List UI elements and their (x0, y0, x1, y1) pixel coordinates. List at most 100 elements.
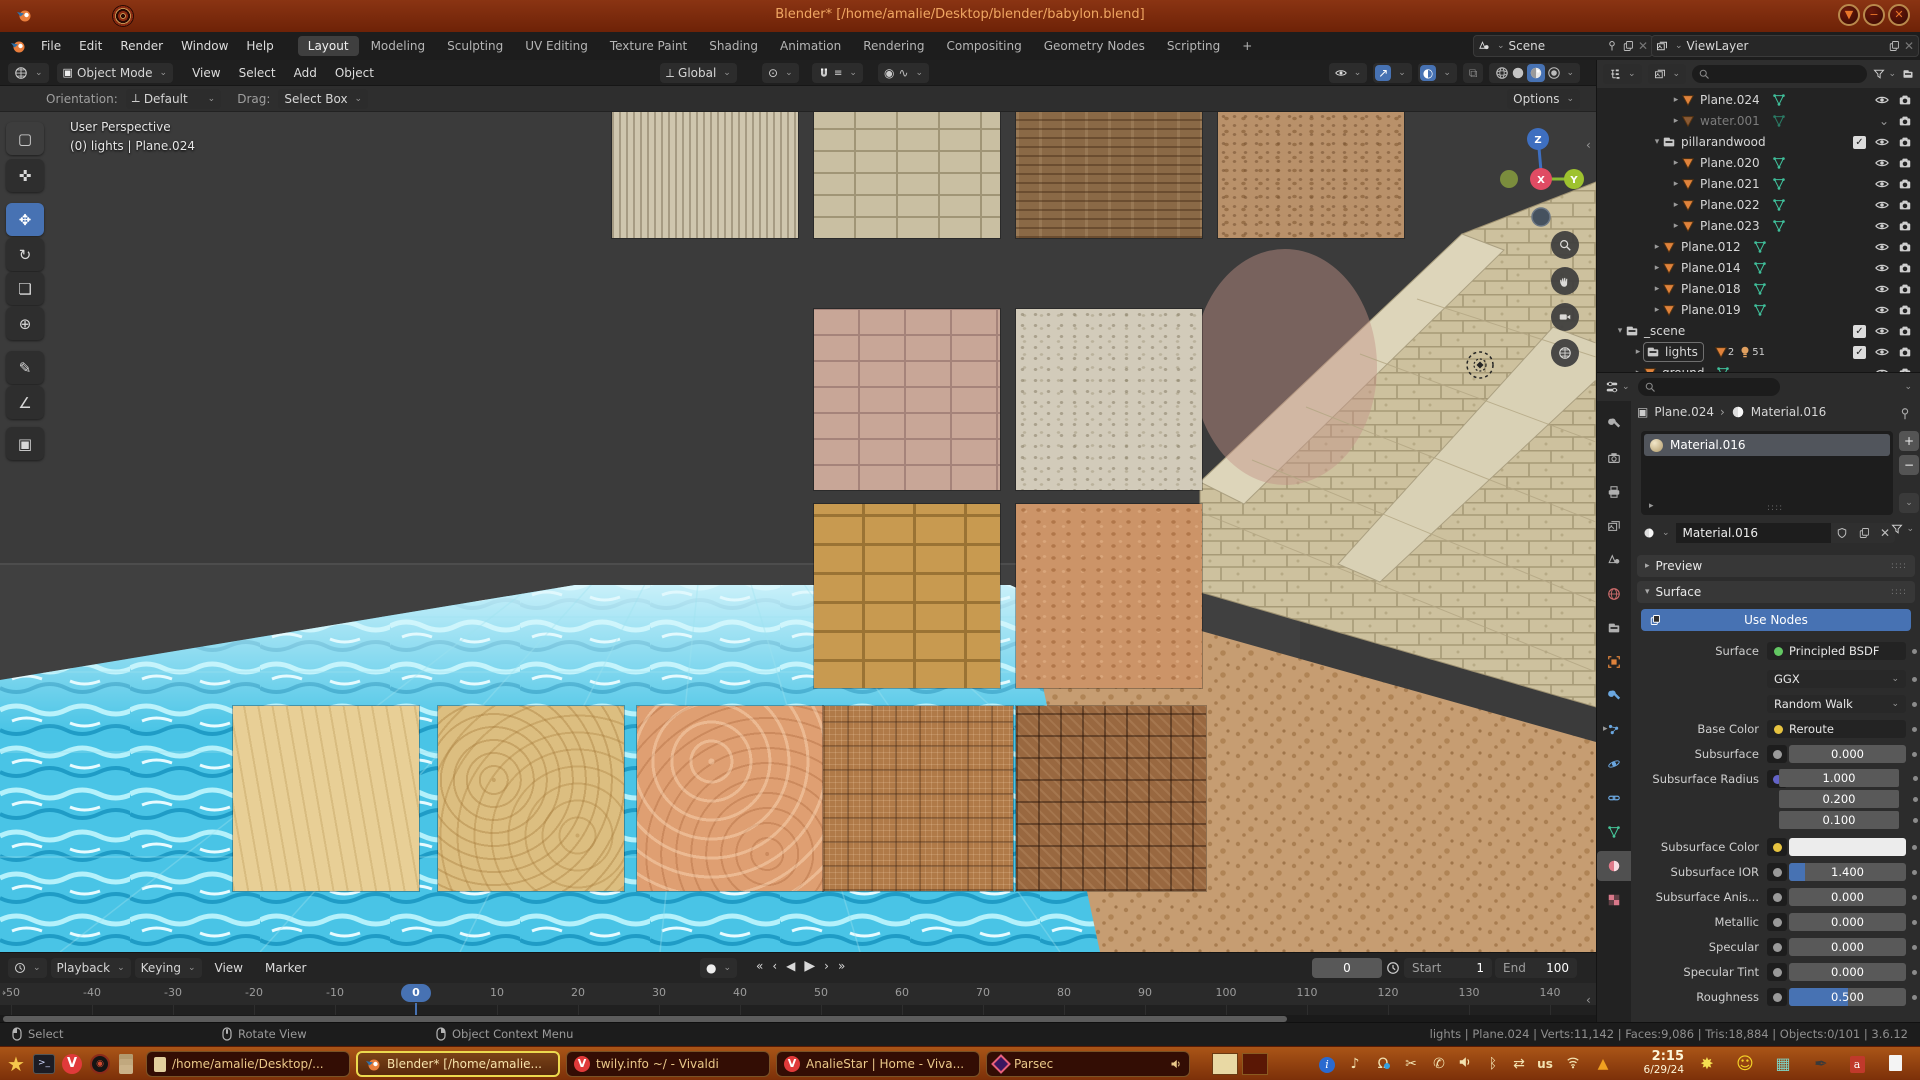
tray-scissors-icon[interactable]: ✂ (1400, 1055, 1422, 1073)
texture-plane-tan-speckle[interactable] (1218, 112, 1404, 238)
tray-volume-icon[interactable] (1454, 1055, 1476, 1074)
timeline-ruler[interactable]: › 0 -50-40-30-20-10102030405060708090100… (0, 983, 1596, 1005)
texture-plane-gold-brick[interactable] (814, 504, 1000, 688)
render-visibility-icon[interactable] (1898, 156, 1912, 170)
slot-list-grip[interactable]: :::: (1767, 503, 1783, 513)
hide-eye-icon[interactable] (1875, 282, 1889, 296)
roughness-slider[interactable]: 0.500 (1789, 988, 1906, 1006)
slot-specials-dropdown[interactable]: ⌄ (1899, 493, 1919, 513)
frame-end-field[interactable]: End100 (1495, 958, 1577, 978)
tool-rotate[interactable]: ↻ (6, 238, 44, 271)
outliner-row-collection-active[interactable]: ▸lights251✓ (1597, 342, 1920, 362)
distribution-dropdown[interactable]: GGX⌄ (1767, 670, 1906, 688)
next-keyframe-button[interactable]: › (824, 959, 829, 973)
play-button[interactable]: ▶ (804, 958, 815, 974)
shade-button[interactable]: ▼ (1838, 4, 1860, 26)
tab-object-properties[interactable] (1597, 647, 1631, 677)
slot-list-expand[interactable]: ▸ (1649, 501, 1654, 511)
material-slot-list[interactable]: Material.016 ▸ :::: (1641, 431, 1893, 515)
preview-panel-header[interactable]: ▸Preview:::: (1637, 555, 1915, 577)
outliner-row-collection[interactable]: ▾_scene✓ (1597, 321, 1920, 341)
metallic-slider[interactable]: 0.000 (1789, 913, 1906, 931)
specular-socket[interactable] (1767, 938, 1787, 956)
tab-sculpting[interactable]: Sculpting (437, 36, 513, 56)
timeline-view-menu[interactable]: View (206, 961, 252, 975)
outliner-row-collection[interactable]: ▾pillarandwood✓ (1597, 132, 1920, 152)
outliner-display-mode-dropdown[interactable]: ⌄ (1603, 64, 1642, 84)
tray-info-icon[interactable]: i (1316, 1055, 1338, 1073)
roughness-socket[interactable] (1767, 988, 1787, 1006)
auto-keyframe-toggle[interactable]: ●⌄ (700, 958, 737, 978)
radius-z-field[interactable]: 0.100 (1779, 811, 1899, 829)
tab-shading[interactable]: Shading (699, 36, 768, 56)
outliner-row[interactable]: ▸Plane.014 (1597, 258, 1920, 278)
hide-eye-icon[interactable] (1875, 324, 1889, 338)
texture-plane-check-dark[interactable] (1016, 706, 1206, 891)
tray-window-icon[interactable] (1884, 1055, 1906, 1076)
tray-phone-icon[interactable]: ✆ (1428, 1055, 1450, 1073)
render-visibility-icon[interactable] (1898, 261, 1912, 275)
tab-texture-paint[interactable]: Texture Paint (600, 36, 697, 56)
playhead-line[interactable] (415, 1003, 417, 1015)
subsurface-anisotropy-slider[interactable]: 0.000 (1789, 888, 1906, 906)
hide-eye-icon[interactable] (1875, 240, 1889, 254)
taskbar-window-parsec[interactable]: Parsec (986, 1051, 1190, 1077)
titlebar[interactable]: Blender* [/home/amalie/Desktop/blender/b… (0, 0, 1920, 32)
new-collection-icon[interactable] (1902, 68, 1914, 80)
tab-constraint-properties[interactable] (1597, 783, 1631, 813)
tray-warning-icon[interactable]: ▲ (1592, 1055, 1614, 1073)
tool-select-box[interactable]: ▢ (6, 122, 44, 155)
navigation-gizmo[interactable]: Z X Y (1493, 118, 1589, 234)
new-material-copy-icon[interactable] (1853, 523, 1875, 543)
specular-tint-socket[interactable] (1767, 963, 1787, 981)
menu-select[interactable]: Select (230, 66, 285, 80)
tab-viewlayer-properties[interactable] (1597, 511, 1631, 541)
hidden-eye-icon[interactable]: ⌄ (1879, 114, 1889, 128)
texture-plane-striped-wood[interactable] (612, 112, 798, 238)
render-visibility-icon[interactable] (1898, 93, 1912, 107)
surface-panel-header[interactable]: ▾Surface:::: (1637, 581, 1915, 603)
surface-shader-field[interactable]: Principled BSDF (1767, 642, 1906, 660)
texture-plane-orange-marble[interactable] (637, 706, 823, 891)
hide-eye-icon[interactable] (1875, 177, 1889, 191)
pin-id-icon[interactable] (1898, 407, 1912, 421)
outliner-row[interactable]: ▸Plane.022 (1597, 195, 1920, 215)
hide-eye-icon[interactable] (1875, 156, 1889, 170)
tab-modifier-properties[interactable] (1597, 681, 1631, 711)
properties-options-dropdown[interactable]: ⌄ (1904, 382, 1912, 392)
material-slot-active[interactable]: Material.016 (1644, 434, 1890, 456)
prev-keyframe-button[interactable]: ‹ (772, 959, 777, 973)
tab-world-properties[interactable] (1597, 579, 1631, 609)
remove-viewlayer-icon[interactable]: ✕ (1904, 39, 1914, 53)
launcher-terminal-icon[interactable]: >_ (32, 1052, 56, 1076)
keying-menu[interactable]: Keying⌄ (135, 958, 202, 978)
tray-bluetooth-icon[interactable]: ᛒ (1482, 1055, 1504, 1073)
render-visibility-icon[interactable] (1898, 177, 1912, 191)
add-slot-button[interactable]: + (1899, 431, 1919, 451)
sss-method-dropdown[interactable]: Random Walk⌄ (1767, 695, 1906, 713)
options-dropdown[interactable]: Options⌄ (1507, 89, 1580, 109)
tab-physics-properties[interactable] (1597, 749, 1631, 779)
tab-tool-properties[interactable] (1597, 409, 1631, 439)
tray-wifi-icon[interactable] (1562, 1055, 1584, 1074)
texture-plane-pale-speckle[interactable] (1016, 309, 1202, 490)
pivot-point-dropdown[interactable]: ⊙⌄ (762, 63, 799, 83)
scene-selector[interactable]: ⌄ Scene ✕ (1473, 35, 1653, 57)
perspective-toggle-button[interactable] (1551, 339, 1579, 367)
use-nodes-button[interactable]: Use Nodes (1641, 609, 1911, 631)
tab-uv-editing[interactable]: UV Editing (515, 36, 598, 56)
launcher-star-icon[interactable]: ★ (4, 1052, 28, 1076)
outliner-filter-mode-dropdown[interactable]: ⌄ (1648, 64, 1687, 84)
solid-shading-icon[interactable] (1511, 66, 1525, 80)
tab-animation[interactable]: Animation (770, 36, 851, 56)
tool-annotate[interactable]: ✎ (6, 351, 44, 384)
outliner-filter-dropdown[interactable]: ⌄ (1873, 68, 1896, 80)
tray-smiley-icon[interactable]: ☺ (1734, 1055, 1756, 1073)
outliner-row[interactable]: ▸Plane.019 (1597, 300, 1920, 320)
timeline-marker-menu[interactable]: Marker (256, 961, 315, 975)
outliner-row[interactable]: ▸Plane.012 (1597, 237, 1920, 257)
close-button[interactable]: ✕ (1888, 4, 1910, 26)
tray-dictionary-icon[interactable]: a (1846, 1055, 1868, 1073)
render-visibility-icon[interactable] (1898, 240, 1912, 254)
render-visibility-icon[interactable] (1898, 282, 1912, 296)
